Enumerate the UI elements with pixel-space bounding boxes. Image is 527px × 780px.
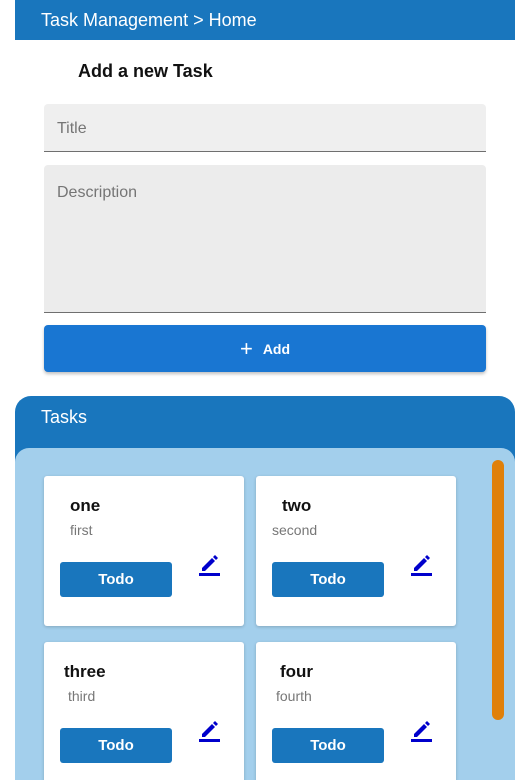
task-card: three third Todo [44,642,244,780]
task-description: second [272,522,318,538]
tasks-panel: Tasks one first Todo two second Todo thr… [15,396,515,780]
pencil-icon[interactable] [410,552,432,576]
form-title: Add a new Task [78,61,213,81]
pencil-icon[interactable] [198,552,220,576]
title-placeholder: Title [57,120,87,137]
task-status-button[interactable]: Todo [60,728,172,763]
pencil-icon[interactable] [410,718,432,742]
task-name: one [70,496,101,515]
task-status-button[interactable]: Todo [272,728,384,763]
breadcrumb: Task Management > Home [41,9,257,30]
description-placeholder: Description [57,184,138,201]
task-description: fourth [276,688,312,704]
task-name: three [64,662,106,681]
pencil-icon[interactable] [198,718,220,742]
task-description: third [68,688,96,704]
tasks-heading: Tasks [41,407,88,427]
task-status-button[interactable]: Todo [272,562,384,597]
description-input[interactable]: Description [44,165,486,313]
add-button[interactable]: + Add [44,325,486,372]
task-status-button[interactable]: Todo [60,562,172,597]
task-card: one first Todo [44,476,244,626]
task-name: four [280,662,314,681]
task-card: two second Todo [256,476,456,626]
task-card: four fourth Todo [256,642,456,780]
task-name: two [282,496,312,515]
tasks-list: one first Todo two second Todo three thi… [15,448,515,780]
title-input[interactable]: Title [44,104,486,152]
app-bar: Task Management > Home [15,0,515,40]
add-button-label: Add [262,340,291,357]
task-description: first [70,522,93,538]
scrollbar-thumb[interactable] [492,460,504,720]
plus-icon: + [239,335,253,361]
